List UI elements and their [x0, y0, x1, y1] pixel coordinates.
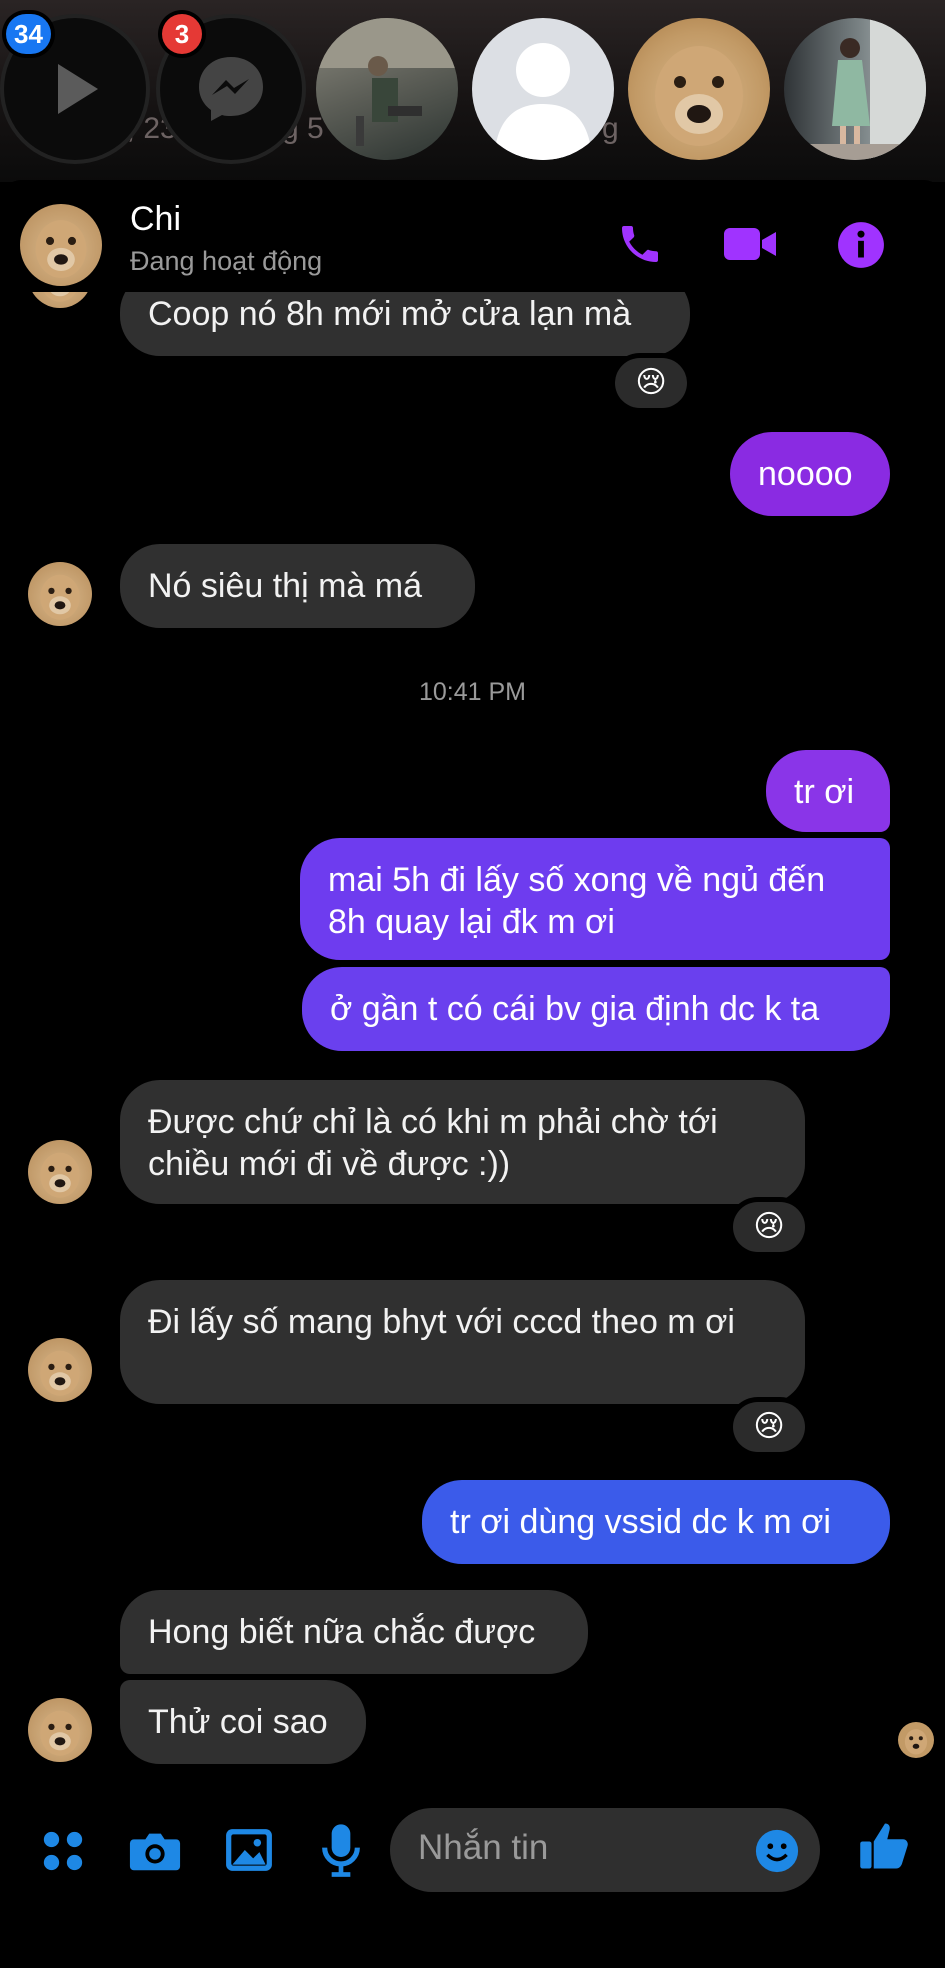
- like-thumbs-up-icon[interactable]: [858, 1818, 912, 1874]
- outgoing-message[interactable]: tr ơi: [766, 750, 890, 832]
- sender-avatar[interactable]: [28, 562, 92, 626]
- dog-face-image: [40, 1710, 80, 1756]
- incoming-message[interactable]: Đi lấy số mang bhyt với cccd theo m ơi: [120, 1280, 805, 1404]
- message-input[interactable]: Nhắn tin: [390, 1808, 820, 1892]
- seen-receipt-avatar: [898, 1722, 934, 1758]
- active-status: Đang hoạt động: [130, 246, 323, 276]
- chat-head-avatar[interactable]: [784, 18, 926, 160]
- dog-face-image: [35, 220, 87, 278]
- incoming-message[interactable]: Được chứ chỉ là có khi m phải chờ tới ch…: [120, 1080, 805, 1204]
- emoji-icon[interactable]: [754, 1828, 800, 1874]
- incoming-message[interactable]: Thử coi sao: [120, 1680, 366, 1764]
- dog-face-image: [655, 46, 743, 146]
- sender-avatar[interactable]: [28, 1140, 92, 1204]
- reaction-badge[interactable]: 😢: [733, 1202, 805, 1252]
- message-input-placeholder: Nhắn tin: [418, 1828, 549, 1867]
- incoming-message[interactable]: Nó siêu thị mà má: [120, 544, 475, 628]
- play-icon: [58, 64, 98, 114]
- dog-face-image: [40, 1350, 80, 1396]
- contact-avatar[interactable]: [20, 204, 102, 286]
- menu-dots-icon[interactable]: [40, 1828, 86, 1874]
- outgoing-message[interactable]: noooo: [730, 432, 890, 516]
- reaction-badge[interactable]: 😢: [733, 1402, 805, 1452]
- chat-heads-bar: 9, 23 g 5 g 34 3: [0, 0, 945, 182]
- message-timestamp: 10:41 PM: [418, 678, 526, 706]
- sender-avatar[interactable]: [28, 1338, 92, 1402]
- video-call-icon[interactable]: [722, 220, 780, 268]
- messenger-count-badge: 3: [162, 14, 202, 54]
- message-composer: Nhắn tin: [0, 1792, 945, 1932]
- person-sitting-image: [316, 18, 458, 146]
- default-user-icon: [494, 43, 592, 160]
- chat-head-avatar[interactable]: [628, 18, 770, 160]
- phone-icon[interactable]: [616, 220, 664, 268]
- sender-avatar[interactable]: [28, 1698, 92, 1762]
- outgoing-message[interactable]: tr ơi dùng vssid dc k m ơi: [422, 1480, 890, 1564]
- contact-name[interactable]: Chi: [130, 200, 181, 239]
- outgoing-message[interactable]: mai 5h đi lấy số xong về ngủ đến 8h quay…: [300, 838, 890, 960]
- messenger-icon: [199, 57, 263, 121]
- microphone-icon[interactable]: [320, 1822, 362, 1878]
- info-icon[interactable]: [836, 220, 886, 270]
- person-standing-image: [784, 18, 926, 160]
- outgoing-message[interactable]: ở gần t có cái bv gia định dc k ta: [302, 967, 890, 1051]
- chat-head-avatar[interactable]: [316, 18, 458, 160]
- chat-header: Chi Đang hoạt động: [0, 180, 945, 292]
- dog-face-image: [40, 574, 80, 620]
- dog-face-image: [40, 1152, 80, 1198]
- conversation-panel: Chi Đang hoạt động Coop nó 8h mới mở cửa…: [0, 180, 945, 1968]
- camera-icon[interactable]: [128, 1826, 182, 1876]
- incoming-message[interactable]: Hong biết nữa chắc được: [120, 1590, 588, 1674]
- reels-count-badge: 34: [6, 14, 51, 54]
- chat-head-avatar[interactable]: [472, 18, 614, 160]
- reaction-badge[interactable]: 😢: [615, 358, 687, 408]
- dog-face-image: [904, 1729, 928, 1755]
- gallery-icon[interactable]: [224, 1826, 274, 1874]
